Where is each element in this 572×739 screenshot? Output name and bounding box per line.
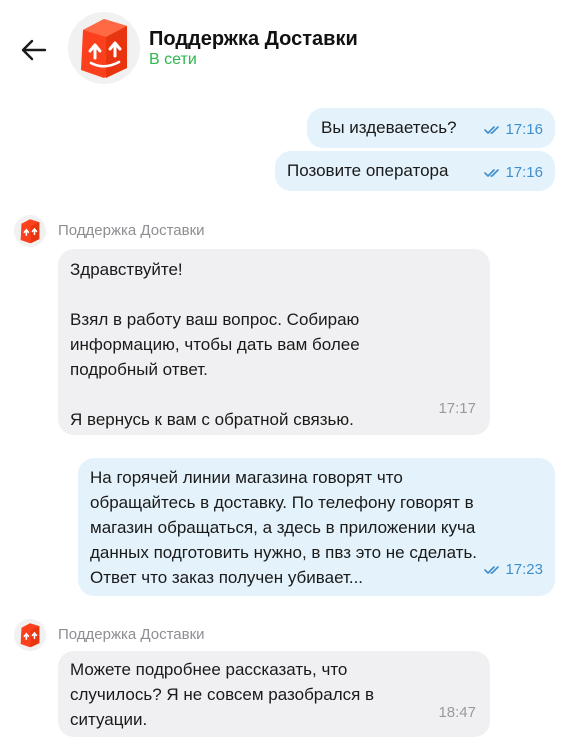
delivery-box-logo-icon	[81, 19, 127, 78]
delivery-box-logo-icon	[20, 623, 40, 648]
message-text: Позовите оператора	[287, 161, 449, 180]
online-status: В сети	[149, 51, 197, 68]
message-text: На горячей линии магазина говорят что об…	[90, 468, 478, 587]
chat-header: Поддержка Доставки В сети	[0, 0, 572, 100]
incoming-message[interactable]: Можете подробнее рассказать, что случило…	[58, 651, 490, 737]
message-meta: 18:47	[438, 700, 476, 725]
double-check-icon	[484, 565, 500, 574]
message-time: 17:17	[438, 400, 476, 417]
message-meta: 17:23	[484, 557, 543, 582]
delivery-box-logo-icon	[20, 219, 40, 244]
double-check-icon	[484, 125, 500, 134]
message-text: Здравствуйте! Взял в работу ваш вопрос. …	[70, 260, 360, 429]
message-text: Вы издеваетесь?	[321, 118, 457, 137]
message-time: 17:16	[505, 164, 543, 181]
incoming-message[interactable]: Здравствуйте! Взял в работу ваш вопрос. …	[58, 249, 490, 435]
message-meta: 17:17	[438, 396, 476, 421]
outgoing-message[interactable]: На горячей линии магазина говорят что об…	[78, 458, 555, 596]
chat-title: Поддержка Доставки	[149, 28, 358, 50]
sender-name: Поддержка Доставки	[58, 222, 205, 239]
message-time: 17:23	[505, 561, 543, 578]
message-time: 18:47	[438, 704, 476, 721]
sender-avatar[interactable]	[14, 619, 46, 651]
message-time: 17:16	[505, 121, 543, 138]
message-meta: 17:16	[484, 117, 543, 142]
double-check-icon	[484, 168, 500, 177]
message-meta: 17:16	[484, 160, 543, 185]
arrow-left-icon	[21, 39, 47, 61]
sender-name: Поддержка Доставки	[58, 626, 205, 643]
back-button[interactable]	[14, 30, 54, 70]
sender-avatar[interactable]	[14, 215, 46, 247]
message-text: Можете подробнее рассказать, что случило…	[70, 660, 375, 729]
outgoing-message[interactable]: Вы издеваетесь? 17:16	[307, 108, 555, 148]
avatar[interactable]	[68, 12, 140, 84]
outgoing-message[interactable]: Позовите оператора 17:16	[275, 151, 555, 191]
